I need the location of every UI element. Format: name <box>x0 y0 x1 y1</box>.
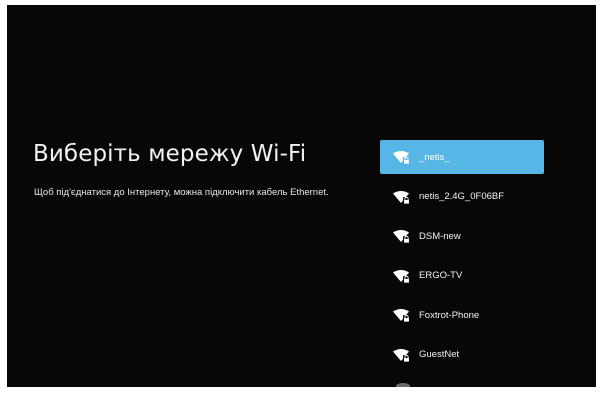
network-name: ERGO-TV <box>419 270 463 282</box>
wifi-locked-icon <box>392 308 410 323</box>
wifi-locked-icon <box>392 229 410 244</box>
wifi-network-list: _netis_ netis_2.4G_0F06BF DSM-new ERGO-T… <box>380 140 544 378</box>
network-item-ergo-tv[interactable]: ERGO-TV <box>380 259 544 293</box>
wifi-locked-icon <box>392 150 410 164</box>
network-name: Foxtrot-Phone <box>419 309 480 321</box>
network-item-dsm-new[interactable]: DSM-new <box>380 219 544 253</box>
wifi-locked-icon <box>392 190 410 204</box>
network-name: netis_2.4G_0F06BF <box>419 191 505 203</box>
network-name: _netis_ <box>419 151 450 163</box>
page-subtitle: Щоб під'єднатися до Інтернету, можна під… <box>34 187 329 198</box>
network-item-foxtrot-phone[interactable]: Foxtrot-Phone <box>380 298 544 332</box>
network-name: DSM-new <box>419 230 461 242</box>
network-item-netis-2-4g[interactable]: netis_2.4G_0F06BF <box>380 180 544 214</box>
wifi-locked-icon <box>392 269 410 283</box>
network-item-guestnet[interactable]: GuestNet <box>380 338 544 372</box>
network-name: GuestNet <box>419 349 460 361</box>
page-title: Виберіть мережу Wi-Fi <box>33 141 307 167</box>
tv-screen: Виберіть мережу Wi-Fi Щоб під'єднатися д… <box>7 5 596 387</box>
more-networks-hint <box>396 383 410 387</box>
network-item-netis[interactable]: _netis_ <box>380 140 544 174</box>
wifi-locked-icon <box>392 348 410 362</box>
